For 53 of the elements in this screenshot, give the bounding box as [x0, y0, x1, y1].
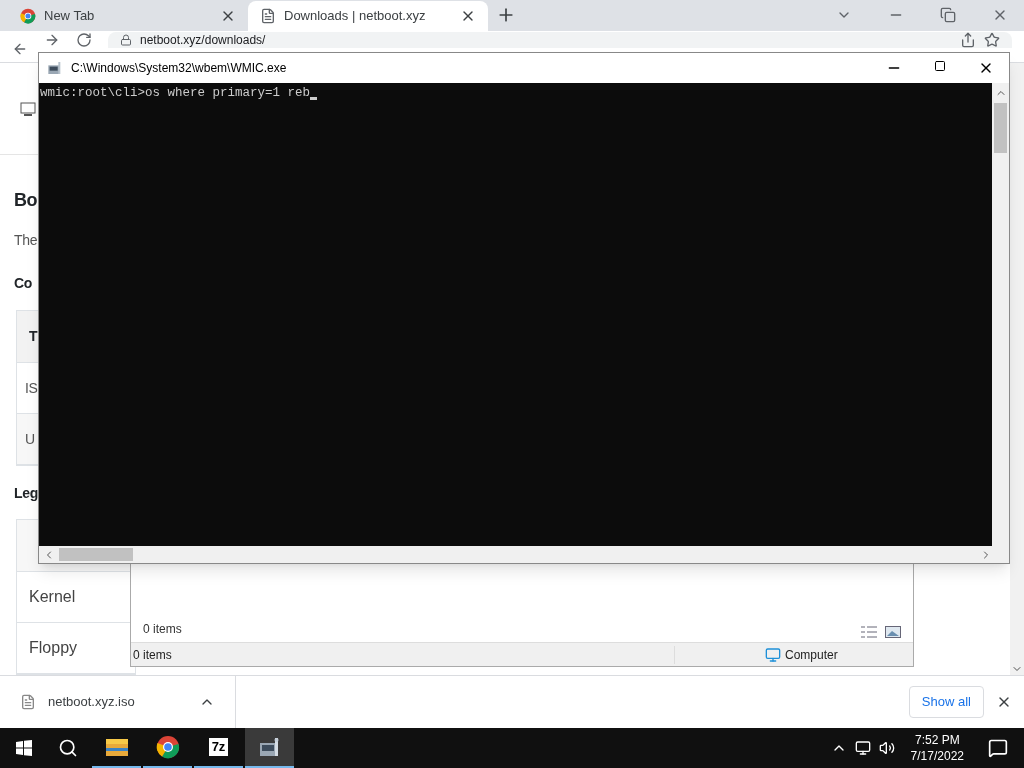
- show-all-button[interactable]: Show all: [908, 686, 984, 719]
- clock[interactable]: 7:52 PM 7/17/2022: [902, 732, 972, 764]
- tab-title: New Tab: [44, 7, 96, 25]
- restore-icon[interactable]: [940, 7, 956, 24]
- browser-tab[interactable]: Downloads | netboot.xyz: [248, 0, 488, 31]
- computer-icon: [765, 646, 781, 663]
- tab-title: Downloads | netboot.xyz: [284, 7, 427, 25]
- scroll-thumb[interactable]: [994, 103, 1007, 153]
- address-bar[interactable]: netboot.xyz/downloads/: [108, 31, 1012, 48]
- section-heading: Leg: [14, 484, 38, 504]
- chrome-icon: [20, 7, 36, 24]
- taskbar-app[interactable]: 7z: [194, 728, 243, 768]
- logo-icon: [20, 100, 36, 117]
- taskbar-app[interactable]: [245, 728, 294, 768]
- share-icon[interactable]: [960, 31, 976, 48]
- clock-time: 7:52 PM: [914, 732, 960, 748]
- notifications-icon[interactable]: [988, 738, 1008, 758]
- command-line: wmic:root\cli>os where primary=1 reb: [40, 85, 311, 101]
- location-text: Computer: [784, 646, 838, 664]
- scrollbar[interactable]: [992, 83, 1009, 546]
- maximize-icon[interactable]: [934, 60, 946, 72]
- scrollbar[interactable]: [1010, 63, 1024, 676]
- archiver-icon: 7z: [208, 738, 229, 756]
- chrome-icon: [155, 735, 180, 759]
- folder-icon: [104, 737, 129, 757]
- section-heading: Co: [14, 274, 32, 294]
- status-text: 0 items: [131, 645, 675, 664]
- table-cell-text: Kernel: [29, 587, 76, 608]
- table-cell-text: U: [25, 429, 35, 449]
- page-icon: [260, 7, 276, 24]
- clock-date: 7/17/2022: [910, 748, 964, 764]
- reload-icon[interactable]: [76, 31, 92, 48]
- search-icon[interactable]: [58, 738, 78, 758]
- window-title: C:\Windows\System32\wbem\WMIC.exe: [70, 60, 288, 77]
- preview-view-icon[interactable]: [885, 626, 901, 638]
- console-app-icon: [47, 60, 63, 76]
- lock-icon: [120, 33, 132, 46]
- text-cursor: [310, 97, 318, 100]
- file-icon: [20, 694, 36, 711]
- table-cell-text: Floppy: [29, 638, 78, 659]
- table-header: T: [29, 327, 38, 347]
- page-heading: Bo: [14, 189, 38, 213]
- network-icon[interactable]: [854, 740, 871, 756]
- scroll-thumb[interactable]: [59, 548, 133, 561]
- table-cell-text: IS: [25, 378, 38, 398]
- volume-icon[interactable]: [878, 740, 895, 756]
- download-filename[interactable]: netboot.xyz.iso: [48, 692, 187, 712]
- page-intro: The: [14, 231, 38, 251]
- browser-tab[interactable]: New Tab: [8, 0, 248, 31]
- start-icon[interactable]: [16, 740, 32, 756]
- star-icon[interactable]: [984, 31, 1000, 48]
- item-count: 0 items: [143, 621, 182, 638]
- scrollbar[interactable]: [39, 546, 1009, 563]
